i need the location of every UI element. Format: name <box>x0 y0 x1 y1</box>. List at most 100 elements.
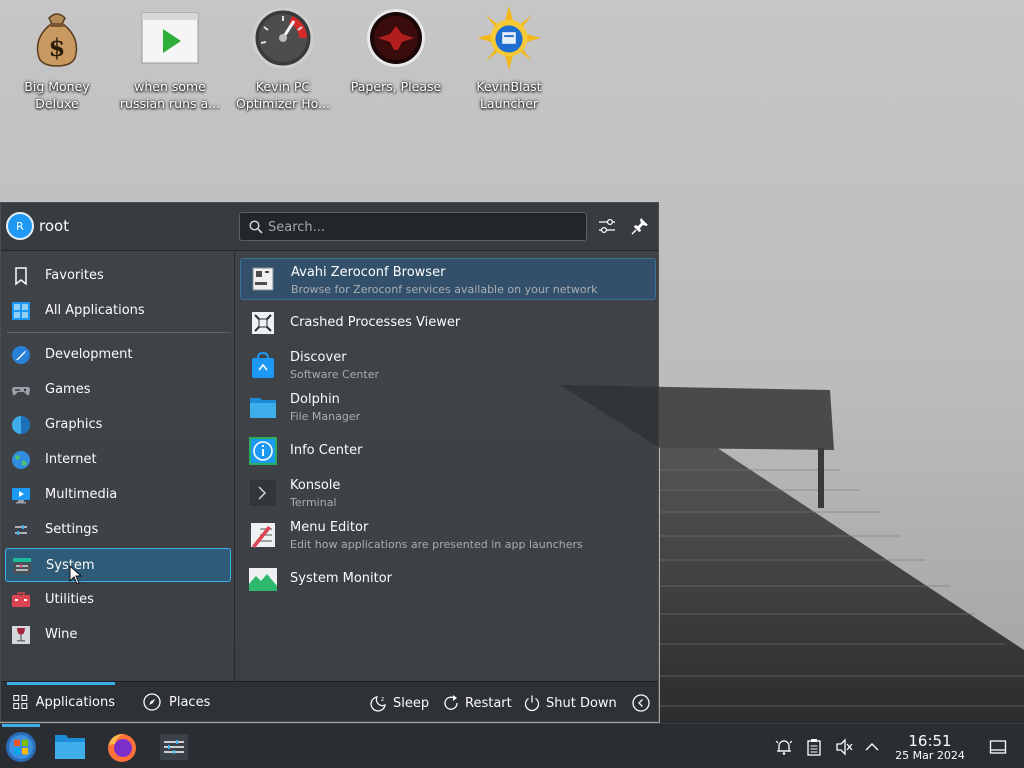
app-system-monitor[interactable]: System Monitor <box>240 558 656 600</box>
svg-text:$: $ <box>49 33 66 62</box>
system-icon <box>13 558 31 574</box>
launcher-active-indicator <box>2 724 40 727</box>
info-icon <box>249 437 277 465</box>
show-desktop-button[interactable] <box>988 737 1008 757</box>
tray-expand[interactable] <box>862 737 882 757</box>
settings-icon <box>12 522 30 538</box>
desktop-icon-big-money-deluxe[interactable]: $ Big Money Deluxe <box>3 6 111 112</box>
tab-applications[interactable]: Applications <box>7 682 115 722</box>
application-list: Avahi Zeroconf Browser Browse for Zeroco… <box>236 252 658 681</box>
power-icon <box>524 695 540 712</box>
user-avatar[interactable]: R <box>6 212 34 240</box>
svg-text:z: z <box>381 696 384 703</box>
taskbar-firefox[interactable] <box>104 729 140 765</box>
app-name: Dolphin <box>290 392 340 407</box>
category-favorites[interactable]: Favorites <box>5 259 231 293</box>
category-utilities[interactable]: Utilities <box>5 583 231 617</box>
clock-time[interactable]: 16:51 <box>890 732 970 750</box>
sliders-icon <box>599 218 615 234</box>
grid-icon <box>13 694 28 710</box>
category-wine[interactable]: Wine <box>5 618 231 652</box>
desktop-icon-papers-please[interactable]: Papers, Please <box>342 6 450 95</box>
wine-icon <box>12 626 30 644</box>
configure-button[interactable] <box>596 215 618 237</box>
firefox-icon <box>108 734 136 762</box>
app-discover[interactable]: Discover Software Center <box>240 344 656 386</box>
app-avahi-zeroconf-browser[interactable]: Avahi Zeroconf Browser Browse for Zeroco… <box>240 258 656 300</box>
app-description: Edit how applications are presented in a… <box>290 538 583 551</box>
tray-notifications[interactable] <box>774 737 794 757</box>
file-manager-icon <box>55 735 85 759</box>
category-label: Favorites <box>45 268 104 283</box>
chevron-left-icon <box>632 694 650 712</box>
app-description: Software Center <box>290 368 380 381</box>
category-label: Multimedia <box>45 487 118 502</box>
restart-button[interactable]: Restart <box>442 693 512 713</box>
tab-places[interactable]: Places <box>143 682 210 722</box>
power-label: Shut Down <box>546 695 617 711</box>
launcher-footer: Applications Places z Sleep Restart Shut… <box>1 681 658 721</box>
start-menu-button[interactable] <box>3 729 39 765</box>
app-menu-editor[interactable]: Menu Editor Edit how applications are pr… <box>240 514 656 556</box>
search-box[interactable] <box>239 212 587 241</box>
expand-tray-icon <box>865 743 879 751</box>
app-konsole[interactable]: Konsole Terminal <box>240 472 656 514</box>
category-label: Wine <box>45 627 78 642</box>
sleep-button[interactable]: z Sleep <box>370 693 429 713</box>
category-internet[interactable]: Internet <box>5 443 231 477</box>
desktop-icon-kevinblast-launcher[interactable]: KevinBlast Launcher <box>455 6 563 112</box>
taskbar-system-settings[interactable] <box>156 729 192 765</box>
app-crashed-processes-viewer[interactable]: Crashed Processes Viewer <box>240 302 656 344</box>
desktop-icon-kevin-pc-optimizer[interactable]: Kevin PC Optimizer Ho... <box>229 6 337 112</box>
eagle-emblem-icon <box>364 6 428 70</box>
pin-icon <box>631 218 648 235</box>
category-graphics[interactable]: Graphics <box>5 408 231 442</box>
tab-label: Places <box>169 694 211 710</box>
search-icon <box>249 220 263 234</box>
folder-icon <box>250 398 276 418</box>
system-monitor-icon <box>249 568 277 591</box>
category-system[interactable]: System <box>5 548 231 582</box>
category-label: All Applications <box>45 303 145 318</box>
show-desktop-icon <box>989 740 1007 754</box>
desktop-icon-label: when some russian runs a... <box>119 79 221 111</box>
category-development[interactable]: Development <box>5 338 231 372</box>
category-games[interactable]: Games <box>5 373 231 407</box>
search-input[interactable] <box>268 217 578 237</box>
terminal-icon <box>250 480 276 506</box>
restart-icon <box>444 695 458 710</box>
globe-icon <box>12 451 30 469</box>
volume-muted-icon <box>836 738 853 756</box>
app-description: File Manager <box>290 410 361 423</box>
application-launcher: R root Search... Favorites All Applicati… <box>0 202 659 722</box>
desktop-icon-label: Big Money Deluxe <box>24 79 90 111</box>
clock-date[interactable]: 25 Mar 2024 <box>880 749 980 762</box>
category-label: Utilities <box>45 592 94 607</box>
gamepad-icon <box>12 387 30 396</box>
category-multimedia[interactable]: Multimedia <box>5 478 231 512</box>
app-info-center[interactable]: Info Center <box>240 430 656 472</box>
network-browser-icon <box>252 267 274 291</box>
app-name: Discover <box>290 350 347 365</box>
grid-icon <box>12 302 30 320</box>
more-options-button[interactable] <box>632 693 655 713</box>
category-sidebar: Favorites All Applications Development G… <box>1 252 235 681</box>
pin-button[interactable] <box>629 215 651 237</box>
tray-volume[interactable] <box>834 737 854 757</box>
development-icon <box>12 346 30 364</box>
tray-clipboard[interactable] <box>804 737 824 757</box>
desktop-icon-russian-video[interactable]: when some russian runs a... <box>116 6 224 112</box>
app-dolphin[interactable]: Dolphin File Manager <box>240 386 656 428</box>
bookmark-icon <box>15 267 27 286</box>
category-all-applications[interactable]: All Applications <box>5 294 231 328</box>
sidebar-divider <box>7 332 231 333</box>
notifications-icon <box>775 740 793 755</box>
compass-icon <box>143 693 161 711</box>
shutdown-button[interactable]: Shut Down <box>523 693 617 713</box>
graphics-icon <box>12 416 30 434</box>
taskbar-file-manager[interactable] <box>52 729 88 765</box>
category-settings[interactable]: Settings <box>5 513 231 547</box>
money-bag-icon: $ <box>25 6 89 70</box>
menu-editor-icon <box>251 523 275 548</box>
power-label: Sleep <box>393 695 430 711</box>
